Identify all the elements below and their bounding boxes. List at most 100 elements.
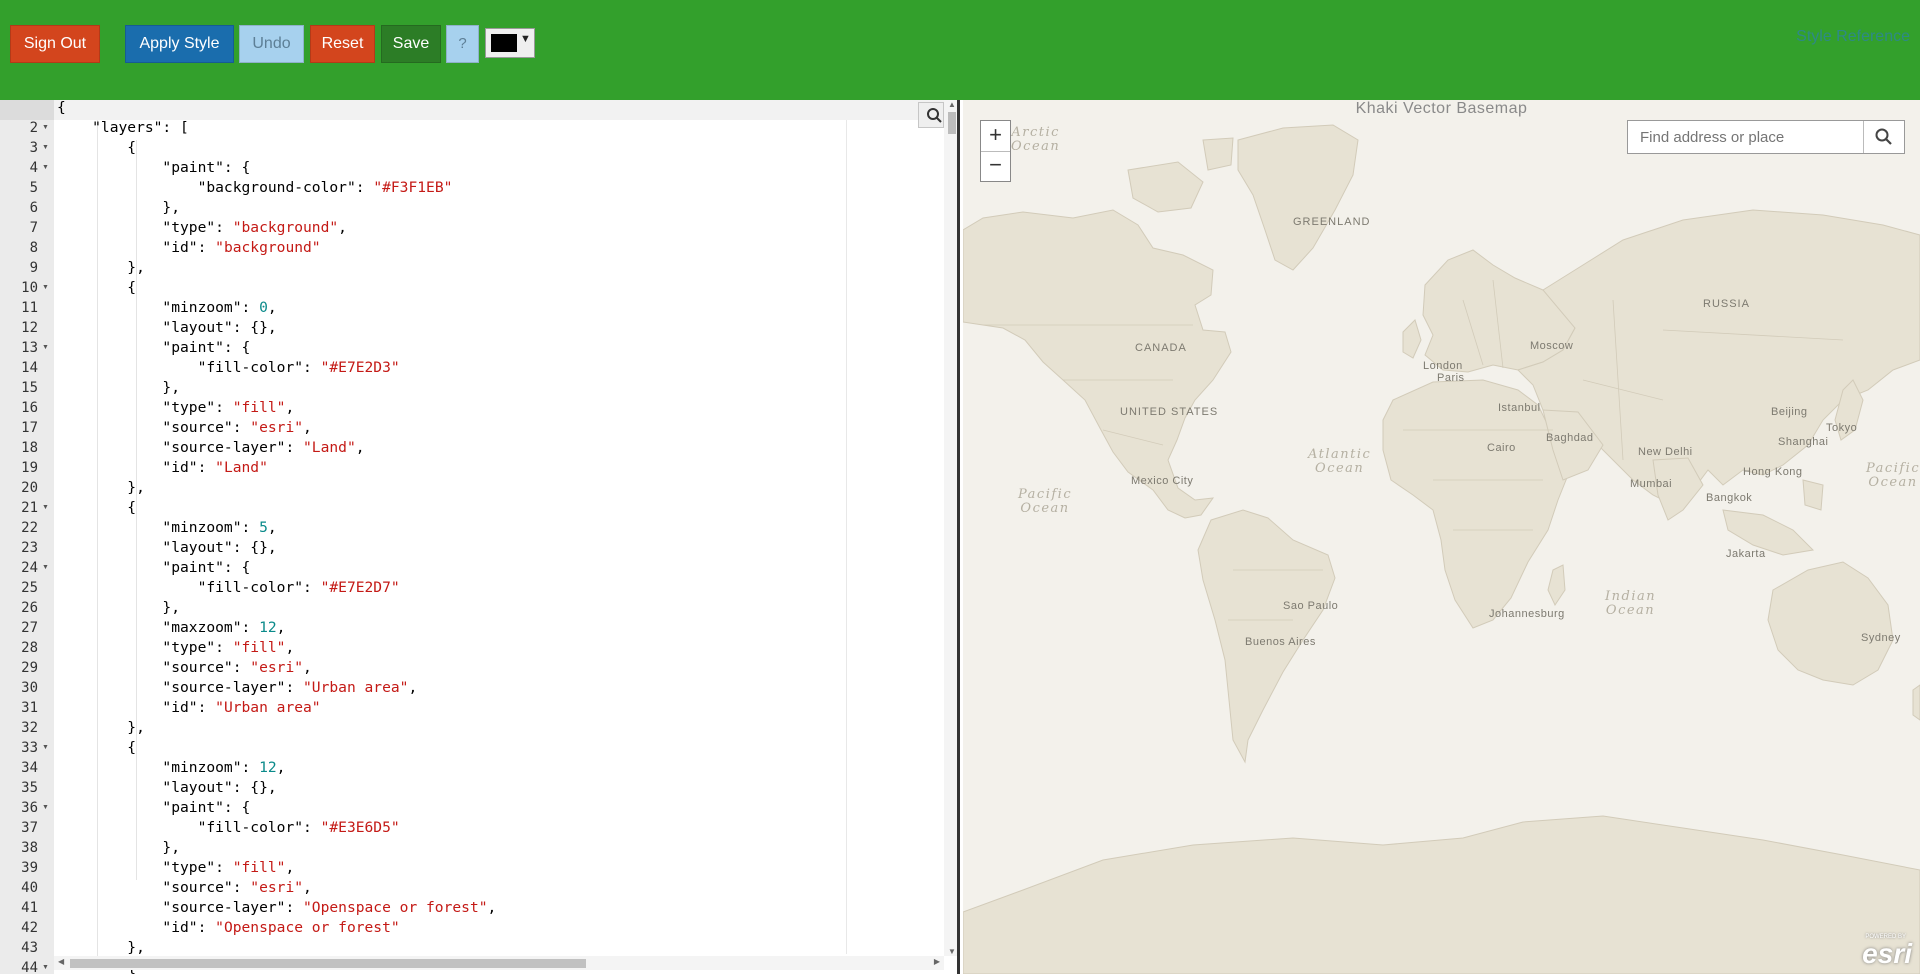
code-line[interactable]: { xyxy=(57,100,66,118)
code-line[interactable]: }, xyxy=(57,838,180,858)
code-line[interactable]: }, xyxy=(57,378,180,398)
fold-toggle-icon[interactable]: ▼ xyxy=(42,498,49,518)
code-line[interactable]: "layout": {}, xyxy=(57,778,276,798)
horizontal-scroll-thumb[interactable] xyxy=(70,959,586,968)
fold-toggle-icon[interactable]: ▼ xyxy=(42,118,49,138)
horizontal-scrollbar[interactable]: ◀ ▶ xyxy=(54,956,944,970)
fold-toggle-icon[interactable]: ▼ xyxy=(42,138,49,158)
fold-toggle-icon[interactable]: ▼ xyxy=(42,738,49,758)
city-label: Bangkok xyxy=(1706,492,1753,504)
code-line[interactable]: { xyxy=(57,278,136,298)
code-line[interactable]: }, xyxy=(57,598,180,618)
address-search-button[interactable] xyxy=(1864,121,1904,153)
json-editor[interactable]: 1▼2▼3▼4▼5678910▼111213▼1415161718192021▼… xyxy=(0,100,960,974)
code-line[interactable]: "id": "background" xyxy=(57,238,320,258)
zoom-in-button[interactable]: + xyxy=(981,121,1010,152)
top-toolbar: Sign Out Apply Style Undo Reset Save ? ▼… xyxy=(0,0,1920,100)
fold-toggle-icon[interactable]: ▼ xyxy=(42,338,49,358)
code-line[interactable]: "source": "esri", xyxy=(57,658,311,678)
code-line[interactable]: "fill-color": "#E7E2D7" xyxy=(57,578,400,598)
line-number: 35 xyxy=(21,780,38,796)
code-line[interactable]: "layers": [ xyxy=(57,118,189,138)
world-map[interactable] xyxy=(963,100,1920,974)
style-reference-link[interactable]: Style Reference xyxy=(1796,28,1910,46)
code-line[interactable]: "minzoom": 5, xyxy=(57,518,276,538)
line-number: 9 xyxy=(29,260,38,276)
address-search-input[interactable] xyxy=(1628,121,1864,153)
reset-button[interactable]: Reset xyxy=(310,25,375,63)
code-line[interactable]: "id": "Openspace or forest" xyxy=(57,918,399,938)
line-number: 13 xyxy=(21,340,38,356)
city-label: Jakarta xyxy=(1726,548,1766,560)
scroll-up-icon[interactable]: ▲ xyxy=(948,100,956,109)
code-line[interactable]: "layout": {}, xyxy=(57,538,276,558)
city-label: Paris xyxy=(1437,372,1465,384)
code-line[interactable]: "source-layer": "Urban area", xyxy=(57,678,417,698)
code-line[interactable]: "minzoom": 12, xyxy=(57,758,285,778)
code-line[interactable]: "source": "esri", xyxy=(57,878,311,898)
line-number: 25 xyxy=(21,580,38,596)
esri-logo[interactable]: esri xyxy=(1862,940,1912,968)
line-number: 29 xyxy=(21,660,38,676)
active-line-highlight xyxy=(54,100,944,120)
code-line[interactable]: { xyxy=(57,738,136,758)
code-line[interactable]: }, xyxy=(57,478,145,498)
zoom-out-button[interactable]: − xyxy=(981,151,1010,181)
code-line[interactable]: "type": "fill", xyxy=(57,638,294,658)
code-line[interactable]: "type": "background", xyxy=(57,218,347,238)
uk-landmass xyxy=(1402,319,1422,359)
code-line[interactable]: "maxzoom": 12, xyxy=(57,618,285,638)
ocean-label: Arctic Ocean xyxy=(1011,125,1061,154)
city-label: New Delhi xyxy=(1638,446,1693,458)
sign-out-button[interactable]: Sign Out xyxy=(10,25,100,63)
code-line[interactable]: "source-layer": "Openspace or forest", xyxy=(57,898,496,918)
editor-search-button[interactable] xyxy=(918,102,944,128)
help-button[interactable]: ? xyxy=(446,25,479,63)
line-number: 32 xyxy=(21,720,38,736)
code-line[interactable]: "layout": {}, xyxy=(57,318,276,338)
scroll-left-icon[interactable]: ◀ xyxy=(58,957,64,966)
code-line[interactable]: }, xyxy=(57,718,145,738)
scroll-right-icon[interactable]: ▶ xyxy=(934,957,940,966)
fold-toggle-icon[interactable]: ▼ xyxy=(42,958,49,974)
code-line[interactable]: "minzoom": 0, xyxy=(57,298,276,318)
code-line[interactable]: { xyxy=(57,498,136,518)
code-line[interactable]: "paint": { xyxy=(57,798,250,818)
code-line[interactable]: "paint": { xyxy=(57,158,250,178)
dropdown-arrow-icon: ▼ xyxy=(520,33,531,45)
code-line[interactable]: "background-color": "#F3F1EB" xyxy=(57,178,453,198)
code-line[interactable]: "source": "esri", xyxy=(57,418,311,438)
code-line[interactable]: "paint": { xyxy=(57,558,250,578)
map-view[interactable]: Khaki Vector Basemap GREENLAND RUSSIA CA… xyxy=(963,100,1920,974)
code-line[interactable]: }, xyxy=(57,198,180,218)
line-number: 28 xyxy=(21,640,38,656)
line-number: 22 xyxy=(21,520,38,536)
city-label: Hong Kong xyxy=(1743,466,1803,478)
code-line[interactable]: "type": "fill", xyxy=(57,398,294,418)
code-line[interactable]: "id": "Urban area" xyxy=(57,698,320,718)
code-line[interactable]: "id": "Land" xyxy=(57,458,267,478)
code-line[interactable]: "type": "fill", xyxy=(57,858,294,878)
code-line[interactable]: "source-layer": "Land", xyxy=(57,438,364,458)
code-line[interactable]: { xyxy=(57,138,136,158)
vertical-scroll-thumb[interactable] xyxy=(948,112,956,134)
color-picker[interactable]: ▼ xyxy=(485,28,535,58)
color-swatch xyxy=(491,34,517,52)
fold-toggle-icon[interactable]: ▼ xyxy=(42,558,49,578)
apply-style-button[interactable]: Apply Style xyxy=(125,25,234,63)
line-number: 2 xyxy=(29,120,38,136)
line-number: 18 xyxy=(21,440,38,456)
fold-toggle-icon[interactable]: ▼ xyxy=(42,278,49,298)
fold-toggle-icon[interactable]: ▼ xyxy=(42,798,49,818)
code-line[interactable]: "fill-color": "#E7E2D3" xyxy=(57,358,400,378)
scroll-down-icon[interactable]: ▼ xyxy=(948,947,956,956)
save-button[interactable]: Save xyxy=(381,25,441,63)
search-icon xyxy=(927,108,942,123)
code-line[interactable]: }, xyxy=(57,938,145,958)
vertical-scrollbar[interactable]: ▲ ▼ xyxy=(944,100,957,956)
undo-button[interactable]: Undo xyxy=(239,25,304,63)
fold-toggle-icon[interactable]: ▼ xyxy=(42,158,49,178)
code-line[interactable]: "paint": { xyxy=(57,338,250,358)
code-line[interactable]: }, xyxy=(57,258,145,278)
code-line[interactable]: "fill-color": "#E3E6D5" xyxy=(57,818,400,838)
